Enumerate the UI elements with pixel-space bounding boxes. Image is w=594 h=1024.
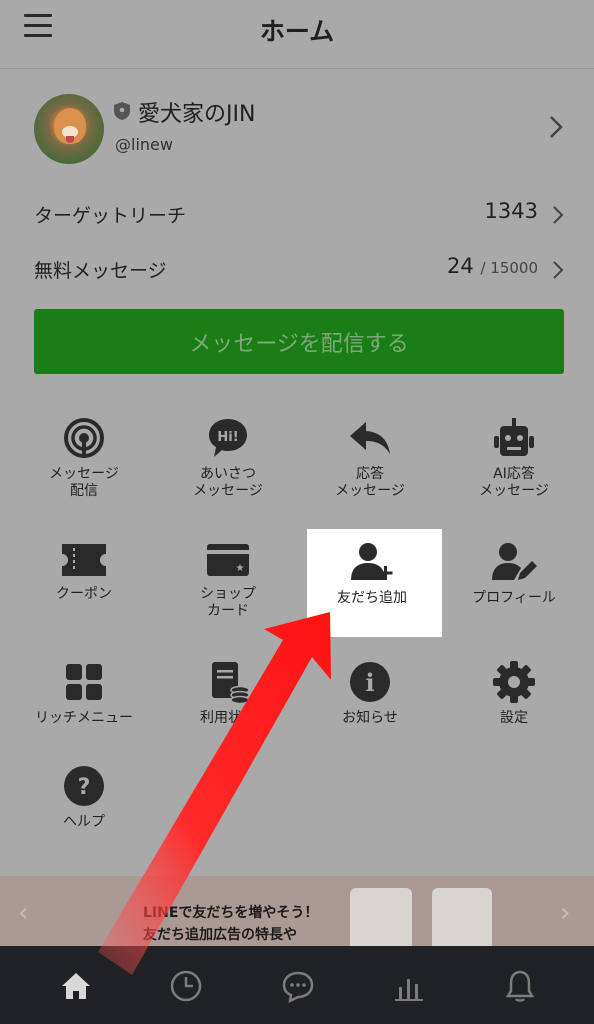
menu-item-news[interactable]: i お知らせ bbox=[310, 660, 430, 727]
bell-icon bbox=[505, 970, 535, 1002]
home-icon bbox=[62, 973, 90, 999]
menu-label: 利用状況 bbox=[200, 710, 256, 726]
menu-item-shop-card[interactable]: ★ ショップ カード bbox=[168, 540, 288, 620]
stat-value: 24 / 15000 bbox=[447, 254, 538, 278]
account-profile[interactable]: 愛犬家のJIN @linew bbox=[0, 70, 594, 180]
svg-text:i: i bbox=[365, 668, 374, 697]
banner-phone-image bbox=[350, 888, 412, 946]
page-title: ホーム bbox=[259, 17, 335, 46]
menu-item-usage[interactable]: 利用状況 bbox=[168, 660, 288, 727]
nav-home[interactable] bbox=[56, 966, 96, 1006]
banner-prev-icon[interactable]: ‹ bbox=[18, 898, 28, 928]
menu-item-greeting[interactable]: Hi! あいさつ メッセージ bbox=[168, 416, 288, 500]
hi-bubble-icon: Hi! bbox=[209, 419, 247, 457]
nav-notifications[interactable] bbox=[500, 966, 540, 1006]
menu-item-help[interactable]: ? ヘルプ bbox=[24, 764, 144, 831]
banner-next-icon[interactable]: › bbox=[560, 898, 570, 928]
menu-item-add-friend[interactable]: 友だち追加 bbox=[312, 540, 432, 607]
gear-icon bbox=[493, 661, 535, 703]
add-friend-icon bbox=[351, 543, 393, 580]
robot-icon bbox=[494, 418, 534, 456]
svg-text:?: ? bbox=[78, 775, 91, 800]
menu-label: お知らせ bbox=[342, 710, 398, 726]
menu-item-profile[interactable]: プロフィール bbox=[454, 540, 574, 607]
nav-chat[interactable] bbox=[278, 966, 318, 1006]
menu-label: 友だち追加 bbox=[337, 590, 407, 606]
banner-phone-image bbox=[432, 888, 492, 946]
menu-label: プロフィール bbox=[472, 590, 556, 606]
app-header: ホーム bbox=[0, 0, 594, 69]
stat-label: ターゲットリーチ bbox=[34, 205, 187, 227]
menu-item-rich-menu[interactable]: リッチメニュー bbox=[24, 660, 144, 727]
menu-label: クーポン bbox=[56, 586, 112, 602]
reply-arrow-icon bbox=[350, 422, 390, 454]
coupon-icon bbox=[62, 544, 106, 576]
chevron-right-icon bbox=[550, 116, 563, 138]
menu-label: 設定 bbox=[500, 710, 528, 726]
nav-analytics[interactable] bbox=[389, 966, 429, 1006]
menu-item-ai-reply[interactable]: AI応答 メッセージ bbox=[454, 416, 574, 500]
menu-item-broadcast[interactable]: メッセージ 配信 bbox=[24, 416, 144, 500]
menu-item-coupon[interactable]: クーポン bbox=[24, 540, 144, 603]
shield-icon bbox=[114, 102, 130, 120]
info-icon: i bbox=[350, 662, 390, 702]
chevron-right-icon bbox=[553, 206, 564, 224]
menu-label: 応答 メッセージ bbox=[335, 466, 405, 499]
menu-item-auto-reply[interactable]: 応答 メッセージ bbox=[310, 416, 430, 500]
menu-label: AI応答 メッセージ bbox=[479, 466, 549, 499]
shop-card-icon: ★ bbox=[207, 544, 249, 576]
menu-label: メッセージ 配信 bbox=[49, 466, 119, 499]
avatar bbox=[34, 94, 104, 164]
stat-label: 無料メッセージ bbox=[34, 260, 167, 282]
banner-text: LINEで友だちを増やそう！ 友だち追加広告の特長や bbox=[143, 905, 319, 943]
account-name: 愛犬家のJIN bbox=[138, 102, 256, 127]
stat-value: 1343 bbox=[484, 199, 538, 223]
svg-text:Hi!: Hi! bbox=[217, 430, 238, 445]
rich-menu-icon bbox=[66, 664, 102, 700]
menu-label: ショップ カード bbox=[200, 586, 256, 619]
chevron-right-icon bbox=[553, 261, 564, 279]
usage-stats-icon bbox=[212, 662, 250, 704]
promo-banner[interactable]: ‹ LINEで友だちを増やそう！ 友だち追加広告の特長や › bbox=[0, 876, 594, 946]
menu-label: あいさつ メッセージ bbox=[193, 466, 263, 499]
send-message-button[interactable]: メッセージを配信する bbox=[34, 309, 564, 374]
target-reach-row[interactable]: ターゲットリーチ 1343 bbox=[34, 195, 564, 235]
chat-icon bbox=[282, 971, 314, 1003]
nav-history[interactable] bbox=[166, 966, 206, 1006]
menu-label: リッチメニュー bbox=[35, 710, 133, 726]
svg-text:★: ★ bbox=[236, 563, 245, 574]
menu-item-settings[interactable]: 設定 bbox=[454, 660, 574, 727]
chart-icon bbox=[395, 979, 423, 1001]
clock-icon bbox=[170, 970, 202, 1002]
menu-label: ヘルプ bbox=[63, 814, 105, 830]
broadcast-icon bbox=[64, 418, 104, 458]
free-messages-row[interactable]: 無料メッセージ 24 / 15000 bbox=[34, 250, 564, 290]
bottom-nav bbox=[0, 946, 594, 1024]
help-icon: ? bbox=[64, 766, 104, 806]
profile-edit-icon bbox=[492, 543, 537, 580]
account-id: @linew bbox=[115, 135, 173, 154]
